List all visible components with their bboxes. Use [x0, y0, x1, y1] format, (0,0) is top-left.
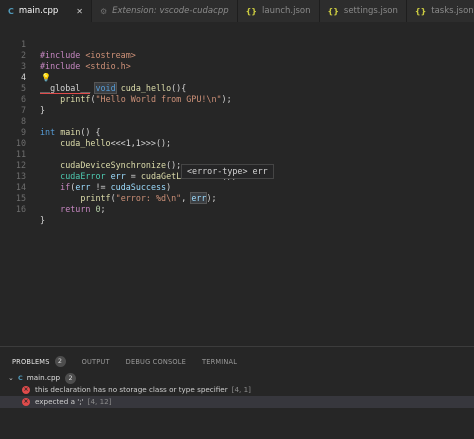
code-line: 10 — [0, 138, 474, 149]
line-number: 7 — [20, 105, 26, 115]
code-line: 16 } — [0, 204, 474, 225]
code-line: 1 #include <iostream> — [0, 39, 474, 60]
tab-label: Extension: vscode-cudacpp — [112, 6, 229, 16]
line-number: 1 — [20, 39, 26, 49]
tab-settings-json[interactable]: {} settings.json — [319, 0, 407, 22]
code-line: 6 } — [0, 94, 474, 115]
tab-extension-vscode-cudacpp[interactable]: ⚙ Extension: vscode-cudacpp — [91, 0, 238, 22]
tab-main-cpp[interactable]: C main.cpp ✕ — [0, 0, 92, 22]
code-line: 15 return 0; — [0, 193, 474, 214]
problem-location: [4, 1] — [231, 385, 251, 394]
file-problem-count-badge: 2 — [65, 372, 77, 384]
code-line: 5 printf("Hello World from GPU!\n"); — [0, 83, 474, 104]
code-line: 7 — [0, 105, 474, 116]
tab-problems[interactable]: PROBLEMS 2 — [12, 356, 66, 367]
tab-launch-json[interactable]: {} launch.json — [237, 0, 320, 22]
problem-message: this declaration has no storage class or… — [35, 385, 228, 394]
tab-label: main.cpp — [18, 6, 59, 16]
problem-item[interactable]: × this declaration has no storage class … — [0, 384, 474, 396]
line-number: 14 — [15, 182, 26, 192]
error-icon: × — [22, 398, 30, 406]
line-number: 15 — [15, 193, 26, 203]
hover-tooltip: <error-type> err — [181, 164, 274, 179]
tab-label: DEBUG CONSOLE — [125, 357, 187, 366]
code-line: 3 💡 — [0, 61, 474, 82]
close-icon[interactable]: ✕ — [76, 7, 83, 16]
problem-message: expected a ';' — [35, 397, 84, 406]
tab-tasks-json[interactable]: {} tasks.json — [406, 0, 474, 22]
tab-label: launch.json — [262, 6, 311, 16]
line-number: 8 — [20, 116, 26, 126]
editor-tab-bar: C main.cpp ✕ ⚙ Extension: vscode-cudacpp… — [0, 0, 474, 22]
problem-item[interactable]: × expected a ';' [4, 12] — [0, 396, 474, 408]
cpp-file-icon: C — [8, 6, 14, 16]
code-line: 9 cuda_hello<<<1,1>>>(); — [0, 127, 474, 148]
extension-icon: ⚙ — [99, 6, 108, 16]
tab-terminal[interactable]: TERMINAL — [202, 358, 237, 366]
cpp-file-icon: C — [18, 374, 23, 382]
chevron-down-icon[interactable]: ⌄ — [8, 372, 18, 384]
line-number: 13 — [15, 171, 26, 181]
line-number: 6 — [20, 94, 26, 104]
tab-label: tasks.json — [431, 6, 474, 16]
line-number: 2 — [20, 50, 26, 60]
bottom-panel: PROBLEMS 2 OUTPUT DEBUG CONSOLE TERMINAL… — [0, 346, 474, 439]
problems-tree: ⌄ C main.cpp 2 × this declaration has no… — [0, 372, 474, 408]
code-line: 8 int main() { — [0, 116, 474, 137]
code-line: 4 __global__ void cuda_hello(){ — [0, 72, 474, 94]
code-text: } — [40, 215, 45, 226]
problem-location: [4, 12] — [87, 397, 112, 406]
line-number: 10 — [15, 138, 26, 148]
code-line: 11 cudaDeviceSynchronize(); — [0, 149, 474, 170]
token: } — [40, 215, 46, 225]
line-number: 11 — [15, 149, 26, 159]
line-number: 3 — [20, 61, 26, 71]
tab-label: TERMINAL — [202, 357, 238, 366]
json-file-icon: {} — [327, 6, 339, 16]
error-icon: × — [22, 386, 30, 394]
problem-file-name: main.cpp — [26, 373, 61, 382]
json-file-icon: {} — [245, 6, 257, 16]
line-number: 9 — [20, 127, 26, 137]
code-editor[interactable]: 1 #include <iostream> 2 #include <stdio.… — [0, 22, 474, 346]
panel-tabs: PROBLEMS 2 OUTPUT DEBUG CONSOLE TERMINAL — [12, 356, 253, 367]
tab-debug-console[interactable]: DEBUG CONSOLE — [126, 358, 186, 366]
code-line: 2 #include <stdio.h> — [0, 50, 474, 71]
tab-output[interactable]: OUTPUT — [82, 358, 110, 366]
line-number: 5 — [20, 83, 26, 93]
json-file-icon: {} — [414, 6, 427, 16]
line-number: 12 — [15, 160, 26, 170]
tab-label: settings.json — [343, 6, 398, 16]
code-line: 14 printf("error: %d\n", err); — [0, 182, 474, 204]
tab-label: PROBLEMS — [12, 357, 50, 366]
line-number: 4 — [20, 72, 26, 82]
problems-count-badge: 2 — [54, 356, 66, 367]
tab-label: OUTPUT — [81, 357, 110, 366]
line-number: 16 — [15, 204, 26, 214]
problem-file-row[interactable]: ⌄ C main.cpp 2 — [0, 372, 474, 384]
